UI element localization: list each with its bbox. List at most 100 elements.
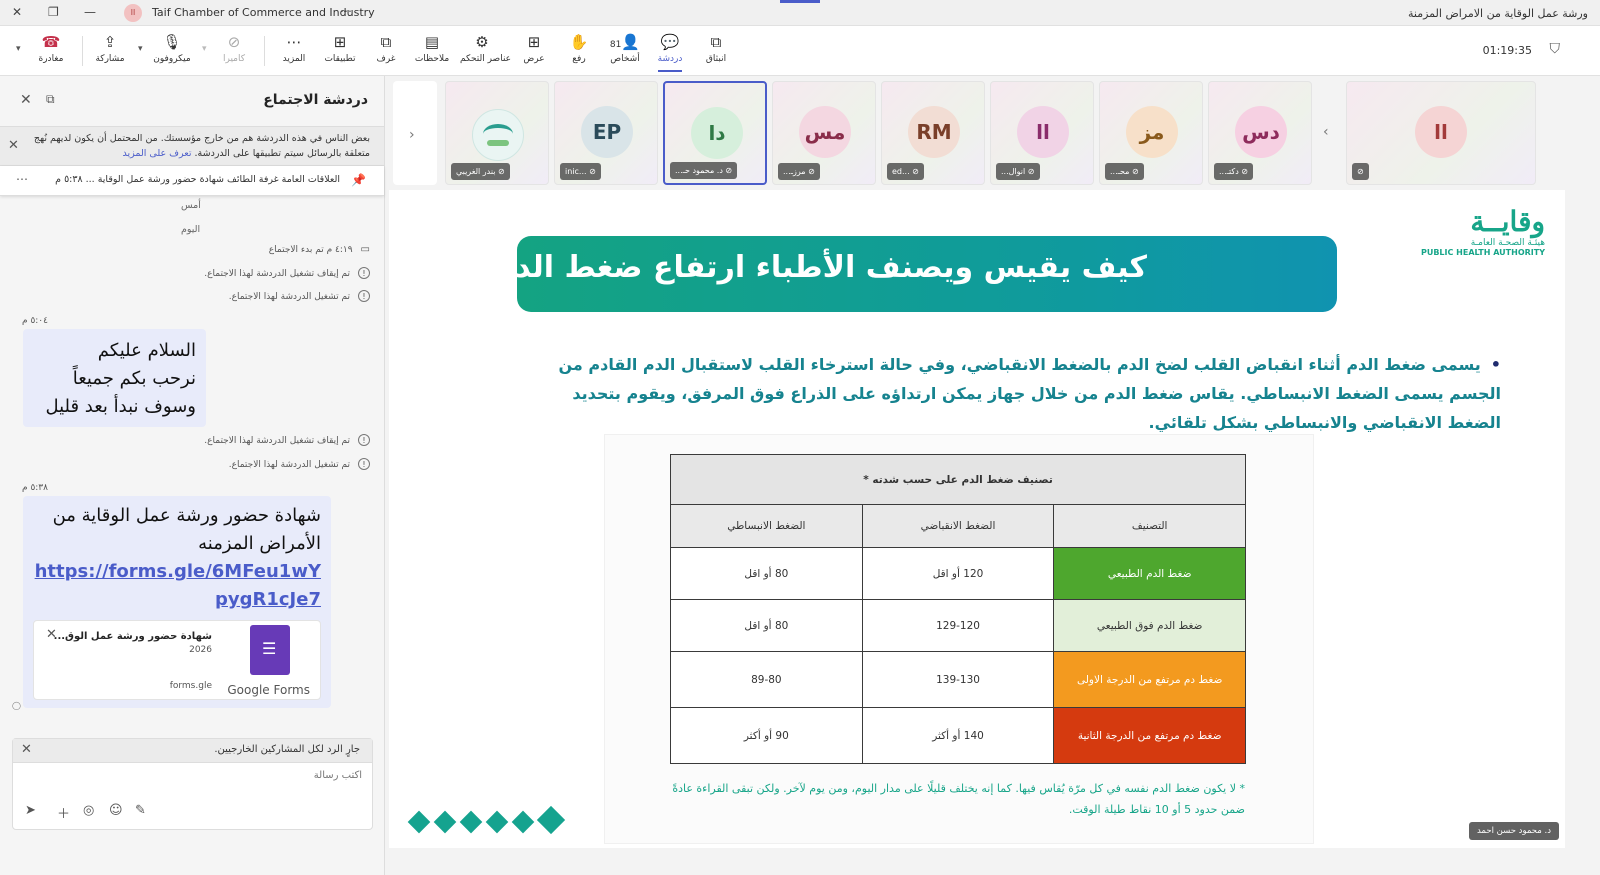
chat-message[interactable]: السلام عليكم نرحب بكم جميعاً وسوف نبدأ ب… [23, 329, 206, 427]
google-forms-icon [250, 625, 290, 675]
preview-title: شهادة حضور ورشة عمل الوق... [53, 631, 212, 642]
popout-chat-icon[interactable]: ⧉ [46, 92, 55, 107]
share-button[interactable]: ⇪ مشاركة [88, 32, 132, 64]
pinned-message[interactable]: ⋯ العلاقات العامة غرفة الطائف شهادة حضور… [0, 166, 384, 196]
controls-button[interactable]: ⚙ عناصر التحكم [460, 32, 511, 64]
message-input[interactable] [32, 770, 362, 781]
microphone-button[interactable]: 🎙 ميكروفون [150, 32, 194, 64]
loop-icon[interactable]: ◎ [83, 803, 94, 818]
hand-icon: ✋ [569, 33, 589, 51]
slide-title-banner: كيف يقيس ويصنف الأطباء ارتفاع ضغط الدم؟ [476, 236, 1337, 312]
slide-bullet: يسمى ضغط الدم أثناء انقباض القلب لضخ الد… [541, 350, 1501, 437]
send-icon[interactable]: ➤ [25, 803, 36, 818]
people-icon: 81👤 [609, 33, 641, 51]
popout-icon: ⧉ [710, 33, 722, 51]
link-preview-card[interactable]: ✕ شهادة حضور ورشة عمل الوق... 2026 forms… [33, 620, 321, 700]
close-reply-icon[interactable]: ✕ [21, 742, 32, 757]
format-icon[interactable]: ✎ [135, 803, 146, 818]
participant-name: ⊘ د. محمود حـ... [670, 162, 738, 179]
emoji-icon[interactable]: ☺ [109, 803, 123, 818]
popout-button[interactable]: ⧉ انبثاق [694, 32, 738, 64]
chat-bubble-icon: 💬 [660, 33, 680, 51]
decorative-diamonds [407, 805, 571, 835]
shield-icon[interactable]: ⛉ [1550, 41, 1561, 57]
participant-strip: › ⊘ بندر الغريبي EP ⊘ ...inic دا ⊘ د. محمود … [393, 78, 1563, 188]
organization-logo [472, 109, 524, 161]
mic-muted-icon: ⊘ [1129, 167, 1139, 176]
org-more-icon[interactable]: ⋯ [340, 4, 352, 18]
chevron-right-icon[interactable]: › [409, 127, 415, 143]
participant-tile[interactable]: EP ⊘ ...inic [554, 81, 658, 185]
table-row: ضغط دم مرتفع من الدرجة الاولى 139-130 89… [670, 651, 1246, 708]
systolic-value: 140 أو أكثر [861, 707, 1055, 764]
row-label: ضغط الدم الطبيعي [1053, 547, 1246, 600]
camera-options-chevron-icon[interactable]: ▾ [202, 44, 207, 54]
table-caption-row: تصنيف ضغط الدم على حسب شدته * [670, 454, 1246, 505]
meeting-toolbar: ▾ ☎ مغادرة ⇪ مشاركة ▾ 🎙 ميكروفون ▾ ⊘ كام… [0, 26, 1600, 76]
participant-avatar: دا [691, 107, 743, 159]
more-options-icon[interactable]: ⋯ [16, 172, 28, 186]
minimize-window-icon[interactable]: — [84, 5, 96, 19]
mic-muted-icon: ⊘ [1357, 167, 1364, 176]
participant-tile[interactable]: مس ⊘ مرزـ... [772, 81, 876, 185]
participant-tile[interactable]: مز ⊘ محـ... [1099, 81, 1203, 185]
rooms-button[interactable]: ⧉ غرف [364, 32, 408, 64]
diamond-shape [433, 810, 457, 834]
row-label: ضغط الدم فوق الطبيعي [1053, 599, 1246, 652]
participant-tile[interactable]: ⊘ بندر الغريبي [445, 81, 549, 185]
participant-name: ⊘ ...ed [887, 163, 924, 180]
org-avatar[interactable]: اا [124, 4, 142, 22]
phone-hangup-icon: ☎ [41, 33, 61, 51]
participant-name: ⊘ ...inic [560, 163, 601, 180]
participant-tile[interactable]: RM ⊘ ...ed [881, 81, 985, 185]
notice-text: بعض الناس في هذه الدردشة هم من خارج مؤسس… [33, 133, 370, 159]
diastolic-value: 90 أو أكثر [670, 707, 863, 764]
learn-more-link[interactable]: تعرف على المزيد [123, 148, 192, 159]
participant-tile[interactable]: اا ⊘ [1346, 81, 1536, 185]
close-icon[interactable]: ✕ [20, 92, 32, 108]
leave-options-chevron-icon[interactable]: ▾ [16, 44, 21, 54]
system-message: !تم تشغيل الدردشة لهذا الاجتماع. [229, 458, 370, 470]
controls-icon: ⚙ [475, 33, 489, 51]
notes-button[interactable]: ▤ ملاحظات [410, 32, 454, 64]
share-screen-icon: ⇪ [103, 33, 117, 51]
people-button[interactable]: 81👤 أشخاص [603, 32, 647, 64]
chevron-left-icon[interactable]: ‹ [1323, 124, 1329, 140]
diamond-shape [536, 805, 566, 835]
view-button[interactable]: ⊞ عرض [512, 32, 556, 64]
participant-tile[interactable]: دس ⊘ دكتـ... [1208, 81, 1312, 185]
apps-button[interactable]: ⊞ تطبيقات [318, 32, 362, 64]
leave-button[interactable]: ☎ مغادرة [29, 32, 73, 64]
participant-tile[interactable]: دا ⊘ د. محمود حـ... [663, 81, 767, 185]
mic-muted-icon: 🎙 [162, 33, 182, 51]
slide-footnote: * لا يكون ضغط الدم نفسه في كل مرّة يُقاس… [672, 782, 1245, 816]
diamond-shape [485, 810, 509, 834]
info-icon: ! [358, 458, 370, 470]
camera-button[interactable]: ⊘ كاميرا [212, 32, 256, 64]
participant-tile[interactable]: اا ⊘ انوال... [990, 81, 1094, 185]
close-notice-icon[interactable]: ✕ [8, 138, 19, 153]
mic-options-chevron-icon[interactable]: ▾ [138, 44, 143, 54]
table-row: ضغط دم مرتفع من الدرجة الثانية 140 أو أك… [670, 707, 1246, 764]
mic-muted-icon: ⊘ [805, 167, 815, 176]
raise-hand-button[interactable]: ✋ رفع [557, 32, 601, 64]
diastolic-value: 80 أو اقل [670, 547, 863, 600]
participant-name: ⊘ دكتـ... [1214, 163, 1254, 180]
info-icon: ! [358, 290, 370, 302]
header-diastolic: الضغط الانبساطي [670, 504, 863, 548]
participant-avatar: مز [1126, 106, 1178, 158]
diamond-shape [459, 810, 483, 834]
restore-window-icon[interactable]: ❐ [48, 5, 59, 19]
attach-plus-icon[interactable]: ＋ [57, 803, 70, 822]
apps-plus-icon: ⊞ [333, 33, 347, 51]
system-message: !تم إيقاف تشغيل الدردشة لهذا الاجتماع. [204, 434, 370, 446]
people-count: 81 [609, 40, 622, 50]
form-link[interactable]: https://forms.gle/6MFeu1wYpygR1cJe7 [33, 558, 321, 614]
systolic-value: 129-120 [861, 599, 1055, 652]
close-window-icon[interactable]: ✕ [12, 5, 22, 19]
chat-button[interactable]: 💬 دردشة [648, 32, 692, 72]
mic-muted-icon: ⊘ [1238, 167, 1249, 176]
participant-avatar: اا [1415, 106, 1467, 158]
more-button[interactable]: ⋯ المزيد [272, 32, 316, 64]
chat-panel: ✕ ⧉ دردشة الاجتماع ✕ بعض الناس في هذه ال… [0, 76, 385, 875]
